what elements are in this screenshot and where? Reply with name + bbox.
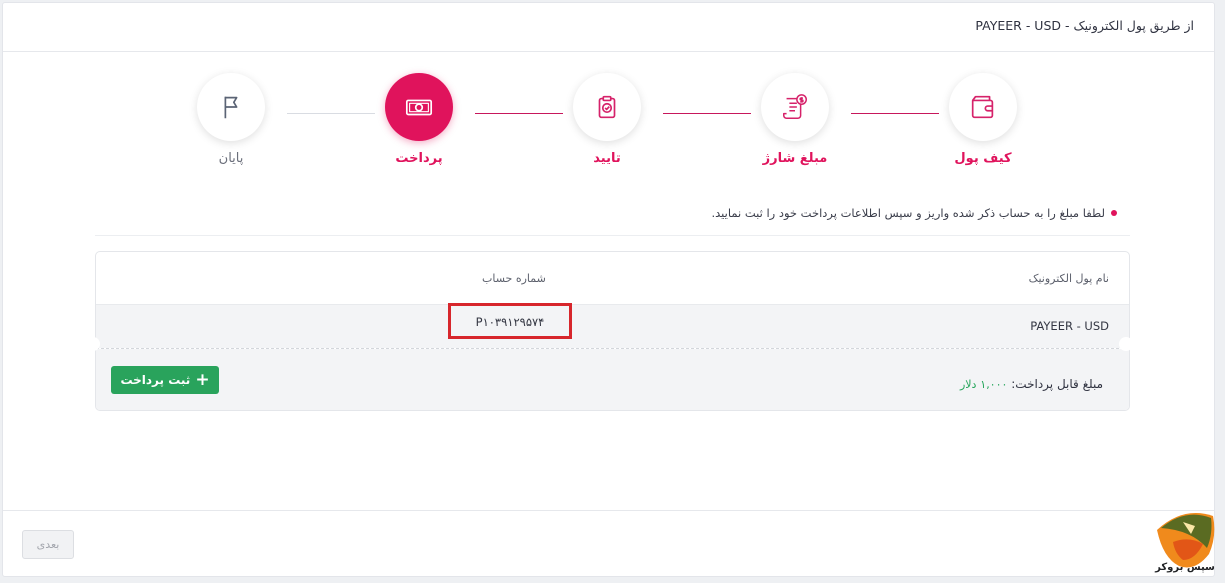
step-connector: [287, 113, 375, 114]
payable-amount-label: مبلغ قابل پرداخت:: [1011, 377, 1103, 391]
ticket-notch: [86, 337, 100, 351]
payable-amount-unit: دلار: [959, 378, 977, 391]
broker-logo-text: سپس بروکر: [1155, 562, 1215, 573]
clipboard-check-icon: [598, 95, 616, 119]
account-number-cell: P۱۰۳۹۱۲۹۵۷۴: [475, 315, 545, 329]
page-title: از طریق پول الکترونیک - PAYEER - USD: [975, 18, 1194, 33]
invoice-dollar-icon: [783, 94, 807, 119]
step-payment: پرداخت: [369, 73, 469, 166]
instruction-text: لطفا مبلغ را به حساب ذکر شده واریز و سپس…: [711, 206, 1105, 220]
next-button[interactable]: بعدی: [22, 530, 74, 559]
step-circle: [949, 73, 1017, 141]
main-card: از طریق پول الکترونیک - PAYEER - USD کیف…: [2, 2, 1215, 577]
wallet-name-cell: PAYEER - USD: [1030, 319, 1109, 333]
flag-icon: [224, 96, 238, 119]
table-row: PAYEER - USD P۱۰۳۹۱۲۹۵۷۴: [96, 303, 1129, 348]
step-circle: [385, 73, 453, 141]
ticket-notch: [1119, 337, 1133, 351]
step-label: پرداخت: [395, 151, 443, 166]
column-header-wallet-name: نام پول الکترونیک: [1028, 272, 1109, 285]
wallet-icon: [971, 95, 994, 119]
account-table: نام پول الکترونیک شماره حساب PAYEER - US…: [95, 251, 1130, 411]
banknote-icon: [405, 99, 433, 116]
step-circle: [573, 73, 641, 141]
payment-summary: مبلغ قابل پرداخت: ۱,۰۰۰ دلار + ثبت پرداخ…: [96, 349, 1129, 410]
step-charge-amount: مبلغ شارژ: [745, 73, 845, 166]
step-circle: [197, 73, 265, 141]
stepper: کیف پول مبلغ شارژ تایید پرداخت پایان: [3, 53, 1216, 183]
plus-icon: +: [195, 369, 210, 390]
step-label: تایید: [593, 151, 621, 166]
bullet-dot-icon: [1111, 210, 1117, 216]
step-connector: [663, 113, 751, 114]
step-connector: [851, 113, 939, 114]
account-number-highlight: P۱۰۳۹۱۲۹۵۷۴: [448, 303, 572, 339]
step-confirm: تایید: [557, 73, 657, 166]
footer-divider: [3, 510, 1214, 511]
step-connector: [475, 113, 563, 114]
card-header: از طریق پول الکترونیک - PAYEER - USD: [3, 3, 1214, 52]
instruction-note: لطفا مبلغ را به حساب ذکر شده واریز و سپس…: [711, 206, 1117, 220]
column-header-account-number: شماره حساب: [482, 272, 546, 285]
step-label: پایان: [218, 151, 244, 166]
payable-amount-value: ۱,۰۰۰: [980, 378, 1008, 391]
step-circle: [761, 73, 829, 141]
submit-payment-label: ثبت پرداخت: [120, 373, 191, 387]
step-label: کیف پول: [954, 151, 1012, 166]
step-finish: پایان: [181, 73, 281, 166]
step-label: مبلغ شارژ: [762, 151, 828, 166]
step-wallet: کیف پول: [933, 73, 1033, 166]
divider: [95, 235, 1130, 236]
submit-payment-button[interactable]: + ثبت پرداخت: [111, 366, 219, 394]
payable-amount: مبلغ قابل پرداخت: ۱,۰۰۰ دلار: [960, 377, 1103, 391]
